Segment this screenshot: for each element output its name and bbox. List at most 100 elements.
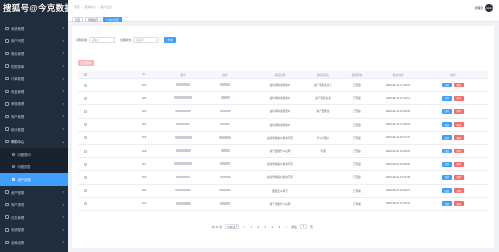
page-number-button[interactable]: 5: [277, 225, 281, 229]
row-checkbox[interactable]: [83, 149, 87, 153]
breadcrumb-item[interactable]: 帮助中心: [84, 5, 95, 9]
sidebar-item[interactable]: 全局设置 ▾: [0, 236, 68, 249]
status-filter-select[interactable]: 请选择 ▾: [133, 37, 160, 43]
sidebar-item[interactable]: 问题提问: [0, 147, 68, 161]
page-number-button[interactable]: 2: [256, 225, 260, 229]
row-checkbox[interactable]: [83, 83, 87, 87]
sidebar-item[interactable]: 日志管理 ▾: [0, 211, 68, 224]
select-all-checkbox[interactable]: [83, 73, 87, 76]
delete-button[interactable]: 删除: [454, 122, 464, 128]
user-name[interactable]: 管理员: [475, 6, 483, 10]
reply-button[interactable]: 回复: [442, 95, 452, 101]
sidebar-item[interactable]: 问题回答: [0, 160, 68, 174]
delete-button[interactable]: 删除: [454, 161, 464, 167]
redacted-text: [220, 201, 230, 205]
row-name-redacted: [200, 201, 250, 206]
breadcrumb-item[interactable]: 首页: [74, 5, 80, 9]
sidebar-item[interactable]: 权限菜单 ▾: [0, 60, 68, 73]
reply-button[interactable]: 回复: [442, 122, 452, 128]
col-title: 反馈标题: [274, 73, 286, 77]
sidebar-item[interactable]: 系统配置 ▾: [0, 224, 68, 237]
prev-page-button[interactable]: <: [242, 225, 246, 229]
row-checkbox[interactable]: [83, 162, 87, 166]
sidebar-item[interactable]: 用户反馈: [0, 173, 68, 186]
sidebar-item[interactable]: 统计数据 ▾: [0, 123, 68, 136]
menu-icon: [5, 139, 9, 144]
row-status: 已回复: [353, 97, 361, 101]
reply-button[interactable]: 回复: [442, 135, 452, 141]
redacted-text: [220, 83, 230, 86]
sidebar-item-label: 帮助中心: [11, 140, 25, 145]
row-actions: 回复 删除: [418, 161, 488, 167]
batch-delete-button[interactable]: 批量删除: [78, 60, 95, 66]
breadcrumb-separator: /: [97, 5, 99, 9]
search-button[interactable]: 查询: [164, 37, 176, 43]
reply-button[interactable]: 回复: [442, 175, 452, 180]
row-id: 222: [141, 109, 147, 113]
reply-button[interactable]: 回复: [442, 188, 452, 193]
delete-button[interactable]: 删除: [454, 148, 464, 154]
chevron-down-icon: ▾: [62, 26, 64, 31]
page-number-button[interactable]: 3: [263, 225, 267, 229]
redacted-text: [176, 122, 190, 126]
next-page-button[interactable]: >: [284, 225, 288, 229]
col-name: 姓名: [222, 73, 228, 77]
status-filter-label: 处理状态: [120, 38, 132, 42]
menu-icon: [5, 215, 9, 219]
delete-button[interactable]: 删除: [454, 82, 464, 88]
delete-button[interactable]: 删除: [454, 201, 464, 207]
sidebar-item[interactable]: 订单数据 ▾: [0, 72, 68, 85]
title-filter-input[interactable]: 请输入: [89, 37, 116, 43]
row-checkbox[interactable]: [83, 189, 87, 193]
delete-button[interactable]: 删除: [454, 95, 464, 101]
row-reply: 资产要整改: [316, 110, 330, 114]
chevron-down-icon: ▾: [62, 64, 64, 69]
redacted-text: [175, 188, 191, 192]
chevron-down-icon: ▾: [62, 76, 64, 81]
tab-question[interactable]: 问题提问: [84, 17, 102, 22]
delete-button[interactable]: 删除: [454, 135, 464, 141]
row-checkbox[interactable]: [83, 202, 87, 206]
reply-button[interactable]: 回复: [442, 82, 452, 88]
sidebar-item[interactable]: 商户提现 ▾: [0, 198, 68, 211]
page-number-button[interactable]: 1: [249, 225, 253, 229]
row-checkbox[interactable]: [83, 96, 87, 100]
sidebar-item[interactable]: 帮助中心 ▴: [0, 135, 68, 148]
row-time: 2020-06-13 17:45:18: [385, 123, 411, 127]
menu-icon: [5, 39, 9, 43]
row-status: 已查看: [353, 189, 361, 193]
tab-home[interactable]: 首页: [72, 17, 84, 22]
avatar[interactable]: Admin: [485, 4, 493, 12]
chevron-down-icon: ▾: [62, 127, 64, 132]
reply-button[interactable]: 回复: [442, 148, 452, 154]
reply-button[interactable]: 回复: [442, 161, 452, 167]
row-reply: 不懂: [320, 150, 326, 154]
delete-button[interactable]: 删除: [454, 175, 464, 180]
row-checkbox[interactable]: [83, 109, 87, 113]
row-checkbox[interactable]: [83, 175, 87, 179]
row-checkbox[interactable]: [83, 123, 87, 127]
sidebar-item[interactable]: 角色管理 ▾: [0, 47, 68, 60]
row-checkbox[interactable]: [83, 136, 87, 140]
sidebar-item[interactable]: 系统管理 ▾: [0, 22, 68, 35]
user-menu[interactable]: 管理员 Admin: [475, 4, 493, 12]
sidebar-item[interactable]: 资金管理 ▾: [0, 85, 68, 98]
page-number-button[interactable]: 4: [270, 225, 274, 229]
tab-feedback[interactable]: 用户反馈: [102, 17, 122, 22]
page-size-select[interactable]: 10条/页 ▾: [225, 224, 240, 229]
menu-icon: [5, 26, 9, 31]
goto-page-input[interactable]: 1: [299, 224, 307, 229]
row-checkbox-cell: [78, 123, 92, 127]
reply-button[interactable]: 回复: [442, 109, 452, 114]
redacted-text: [219, 175, 231, 179]
sidebar-item[interactable]: 审核管理 ▾: [0, 98, 68, 111]
menu-icon: [5, 228, 9, 232]
reply-button[interactable]: 回复: [442, 201, 452, 207]
delete-button[interactable]: 删除: [454, 109, 464, 114]
sidebar-item[interactable]: 用户列表 ▾: [0, 35, 68, 48]
delete-button[interactable]: 删除: [454, 188, 464, 193]
sidebar-item[interactable]: 商户管理 ▾: [0, 110, 68, 123]
redacted-text: [175, 149, 191, 152]
sidebar-item[interactable]: 资产配置 ▾: [0, 186, 68, 199]
sidebar: 系统管理 ▾ 用户列表 ▾ 角色管理 ▾ 权限菜单 ▾ 订单数据 ▾ 资金管理 ▾ 审核管理 ▾ 商户管理 ▾…: [0, 0, 68, 252]
